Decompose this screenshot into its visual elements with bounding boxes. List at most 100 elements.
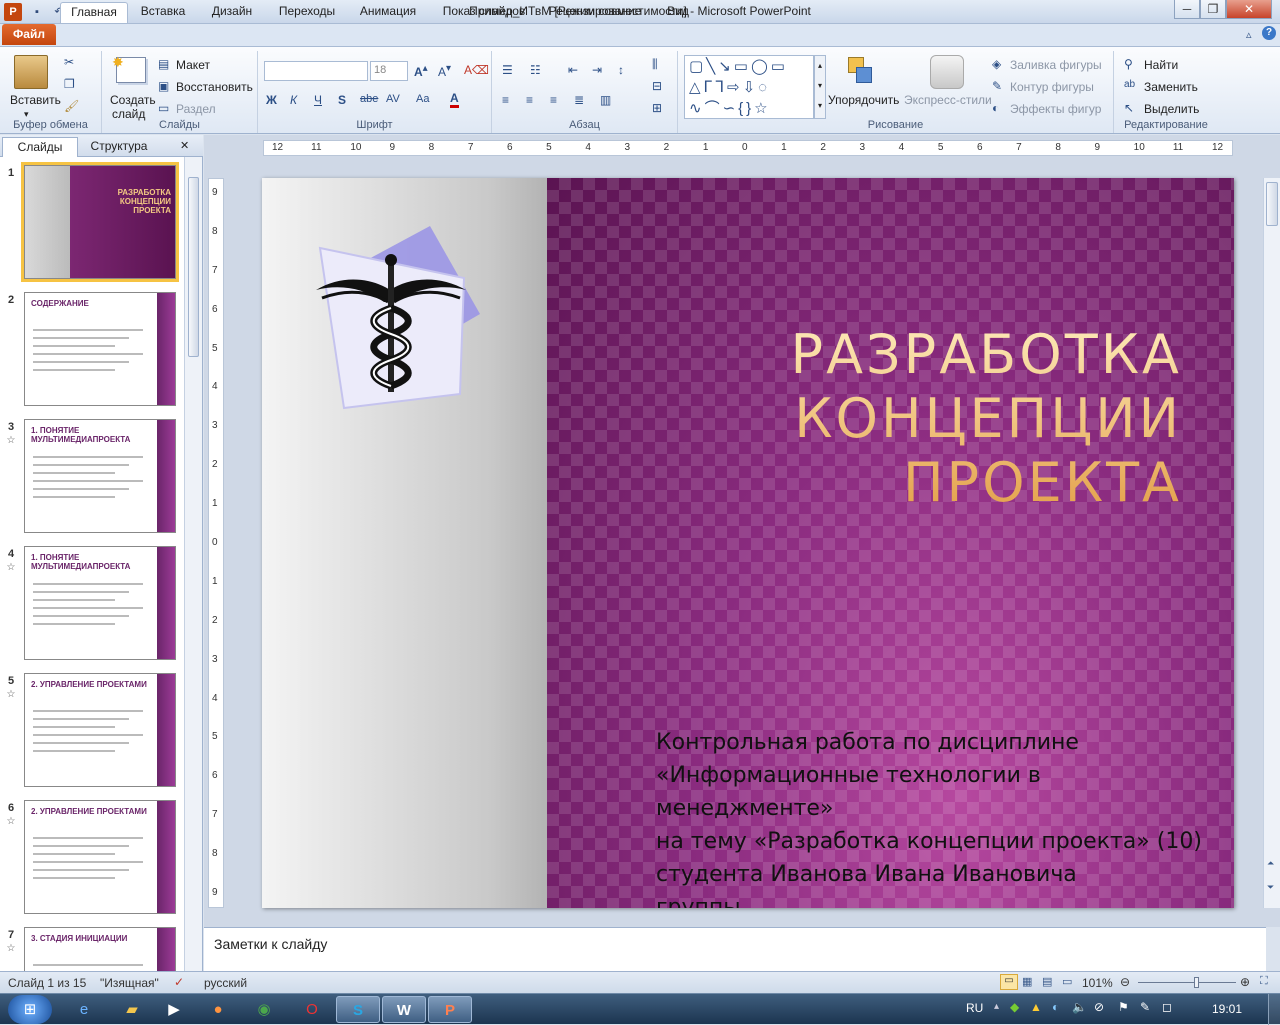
font-size-combo[interactable]: 18 [370,61,408,81]
tab-animation[interactable]: Анимация [352,2,424,22]
slide-thumbnail[interactable]: РАЗРАБОТКА КОНЦЕПЦИИ ПРОЕКТА [21,162,179,282]
layout-button[interactable]: Макет [176,58,210,72]
columns-icon[interactable]: ▥ [600,93,611,107]
tray-app-icon-2[interactable]: ◐ [1052,1000,1059,1014]
close-panel-icon[interactable]: ✕ [180,139,189,152]
volume-icon[interactable]: 🔈 [1072,1000,1087,1014]
replace-button[interactable]: Заменить [1144,80,1198,94]
slide-subtitle[interactable]: Контрольная работа по дисциплине «Информ… [656,726,1216,908]
opera-icon[interactable]: O [290,996,334,1023]
increase-indent-icon[interactable]: ⇥ [592,63,602,77]
tray-app-icon[interactable]: ▲ [1030,1000,1042,1014]
tray-app-icon-3[interactable]: ✎ [1140,1000,1150,1014]
firefox-icon[interactable]: ● [196,996,240,1023]
explorer-icon[interactable]: ▰ [110,996,154,1023]
slide-thumbnail[interactable]: 2. УПРАВЛЕНИЕ ПРОЕКТАМИ [24,673,176,787]
file-tab[interactable]: Файл [2,24,56,45]
slide-thumbnail[interactable]: 2. УПРАВЛЕНИЕ ПРОЕКТАМИ [24,800,176,914]
copy-icon[interactable]: ❐ [64,77,75,91]
cut-icon[interactable]: ✂ [64,55,74,69]
help-icon[interactable]: ? [1262,26,1276,40]
ie-icon[interactable]: e [62,996,106,1023]
justify-icon[interactable]: ≣ [574,93,584,107]
gallery-scroll[interactable]: ▴ ▾ ▾ [814,55,826,119]
underline-button[interactable]: Ч [314,93,322,107]
reset-button[interactable]: Восстановить [176,80,253,94]
start-button[interactable]: ⊞ [8,995,52,1024]
align-left-icon[interactable]: ≡ [502,93,509,107]
scroll-thumb[interactable] [1266,182,1278,226]
shape-outline-button[interactable]: Контур фигуры [1010,80,1094,94]
panel-scrollbar[interactable] [184,157,202,971]
line-spacing-icon[interactable]: ↕ [618,63,624,77]
tab-review[interactable]: Рецензирование [542,2,648,22]
quick-styles-button[interactable]: Экспресс-стили [904,93,992,107]
select-button[interactable]: Выделить [1144,102,1199,116]
text-direction-icon[interactable]: ⫼ [652,57,658,72]
chrome-icon[interactable]: ◉ [242,996,286,1023]
word-icon[interactable]: W [382,996,426,1023]
slide-thumbnail[interactable]: 3. СТАДИЯ ИНИЦИАЦИИ [24,927,176,971]
slide-thumbnail[interactable]: 1. ПОНЯТИЕ МУЛЬТИМЕДИАПРОЕКТА [24,419,176,533]
notes-pane[interactable]: Заметки к слайду [204,927,1266,971]
slide-thumbnail[interactable]: 1. ПОНЯТИЕ МУЛЬТИМЕДИАПРОЕКТА [24,546,176,660]
tab-home[interactable]: Главная [60,2,128,23]
theme-name[interactable]: "Изящная" [100,976,159,990]
minimize-ribbon-icon[interactable]: ▵ [1246,28,1252,41]
input-language[interactable]: RU [966,1001,983,1015]
close-button[interactable]: ✕ [1226,0,1272,19]
font-color-icon[interactable]: A [450,91,459,108]
network-icon[interactable]: ⊘ [1094,1000,1104,1014]
shrink-font-icon[interactable]: A▾ [438,63,451,79]
previous-slide-icon[interactable]: ⏶ [1267,858,1274,869]
slide-sorter-icon[interactable]: ▦ [1022,975,1032,988]
clock[interactable]: 19:01 [1212,1002,1242,1016]
shadow-button[interactable]: S [338,93,346,107]
spellcheck-icon[interactable]: ✓ [174,975,184,989]
zoom-slider-thumb[interactable] [1193,977,1199,988]
format-painter-icon[interactable]: 🖌 [64,99,79,113]
skype-icon[interactable]: S [336,996,380,1023]
strikethrough-button[interactable]: abe [360,93,378,105]
tab-view[interactable]: Вид [658,2,698,22]
next-slide-icon[interactable]: ⏷ [1267,882,1274,893]
new-slide-button[interactable]: Создать [110,93,156,107]
smartart-icon[interactable]: ⊞ [652,101,662,115]
tray-app-icon-4[interactable]: ◻ [1162,1000,1172,1014]
tab-design[interactable]: Дизайн [202,2,262,22]
change-case-button[interactable]: Aa [416,93,429,105]
char-spacing-button[interactable]: AV [386,93,400,105]
maximize-button[interactable]: ❐ [1200,0,1226,19]
numbering-icon[interactable]: ☷ [530,63,541,77]
font-name-combo[interactable] [264,61,368,81]
italic-button[interactable]: К [290,93,297,107]
reading-view-icon[interactable]: ▤ [1042,975,1052,988]
zoom-level[interactable]: 101% [1082,976,1113,990]
align-center-icon[interactable]: ≡ [526,93,533,107]
bullets-icon[interactable]: ☰ [502,63,513,77]
zoom-slider[interactable] [1138,977,1236,988]
shape-effects-button[interactable]: Эффекты фигур [1010,102,1101,116]
align-right-icon[interactable]: ≡ [550,93,557,107]
zoom-in-icon[interactable]: ⊕ [1240,975,1250,989]
slideshow-view-icon[interactable]: ▭ [1062,975,1072,988]
slide-canvas[interactable]: РАЗРАБОТКА КОНЦЕПЦИИ ПРОЕКТА Контрольная… [262,178,1234,908]
bold-button[interactable]: Ж [266,93,277,107]
grow-font-icon[interactable]: A▴ [414,63,428,79]
slide-thumbnail[interactable]: СОДЕРЖАНИЕ [24,292,176,406]
decrease-indent-icon[interactable]: ⇤ [568,63,578,77]
align-text-icon[interactable]: ⊟ [652,79,662,93]
paste-button[interactable]: Вставить [10,93,61,107]
find-button[interactable]: Найти [1144,58,1178,72]
tab-slideshow[interactable]: Показ слайдов [436,2,532,22]
slide-title[interactable]: РАЗРАБОТКА КОНЦЕПЦИИ ПРОЕКТА [562,323,1182,515]
minimize-button[interactable]: ─ [1174,0,1200,19]
tab-insert[interactable]: Вставка [132,2,194,22]
caduceus-clipart[interactable] [292,218,492,418]
zoom-out-icon[interactable]: ⊖ [1120,975,1130,989]
tab-transitions[interactable]: Переходы [272,2,342,22]
section-button[interactable]: Раздел [176,102,216,116]
tab-slides[interactable]: Слайды [2,137,78,157]
normal-view-icon[interactable]: ▭ [1000,974,1018,990]
arrange-button[interactable]: Упорядочить [828,93,899,107]
